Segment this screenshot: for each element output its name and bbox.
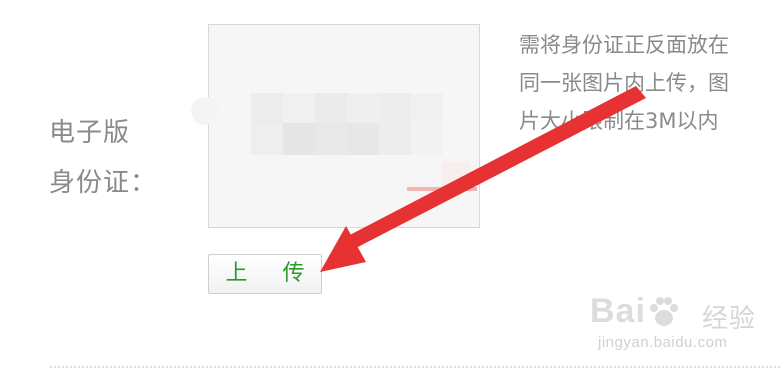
id-card-label-line1: 电子版 [49,118,131,148]
watermark-brand: Bai [590,292,646,330]
upload-hint-line1: 需将身份证正反面放在 [519,33,729,57]
blurred-image-preview [251,93,443,155]
upload-hint-line2: 同一张图片内上传，图 [519,71,729,95]
upload-hint: 需将身份证正反面放在 同一张图片内上传，图 片大小限制在3M以内 [519,26,780,140]
form-section: 电子版 身份证： 上 传 需将身份证正反面放在 同一张图片内上传，图 片大小限制… [0,0,780,376]
section-divider [50,366,780,368]
upload-button[interactable]: 上 传 [208,254,322,294]
id-card-label: 电子版 身份证： [49,108,157,208]
arrow-head [320,226,366,272]
blur-dot [191,97,219,125]
watermark-brand-suffix: 经验 [702,304,757,334]
blurred-mark-line [407,187,477,191]
id-card-label-line2: 身份证： [49,168,158,198]
image-upload-area[interactable] [191,24,480,228]
upload-hint-line3: 片大小限制在3M以内 [519,109,719,133]
baidu-jingyan-watermark: Bai 经验 jingyan.baidu.com [590,292,770,362]
blurred-mark [441,161,471,187]
watermark-url: jingyan.baidu.com [598,334,728,351]
paw-icon [650,297,678,326]
